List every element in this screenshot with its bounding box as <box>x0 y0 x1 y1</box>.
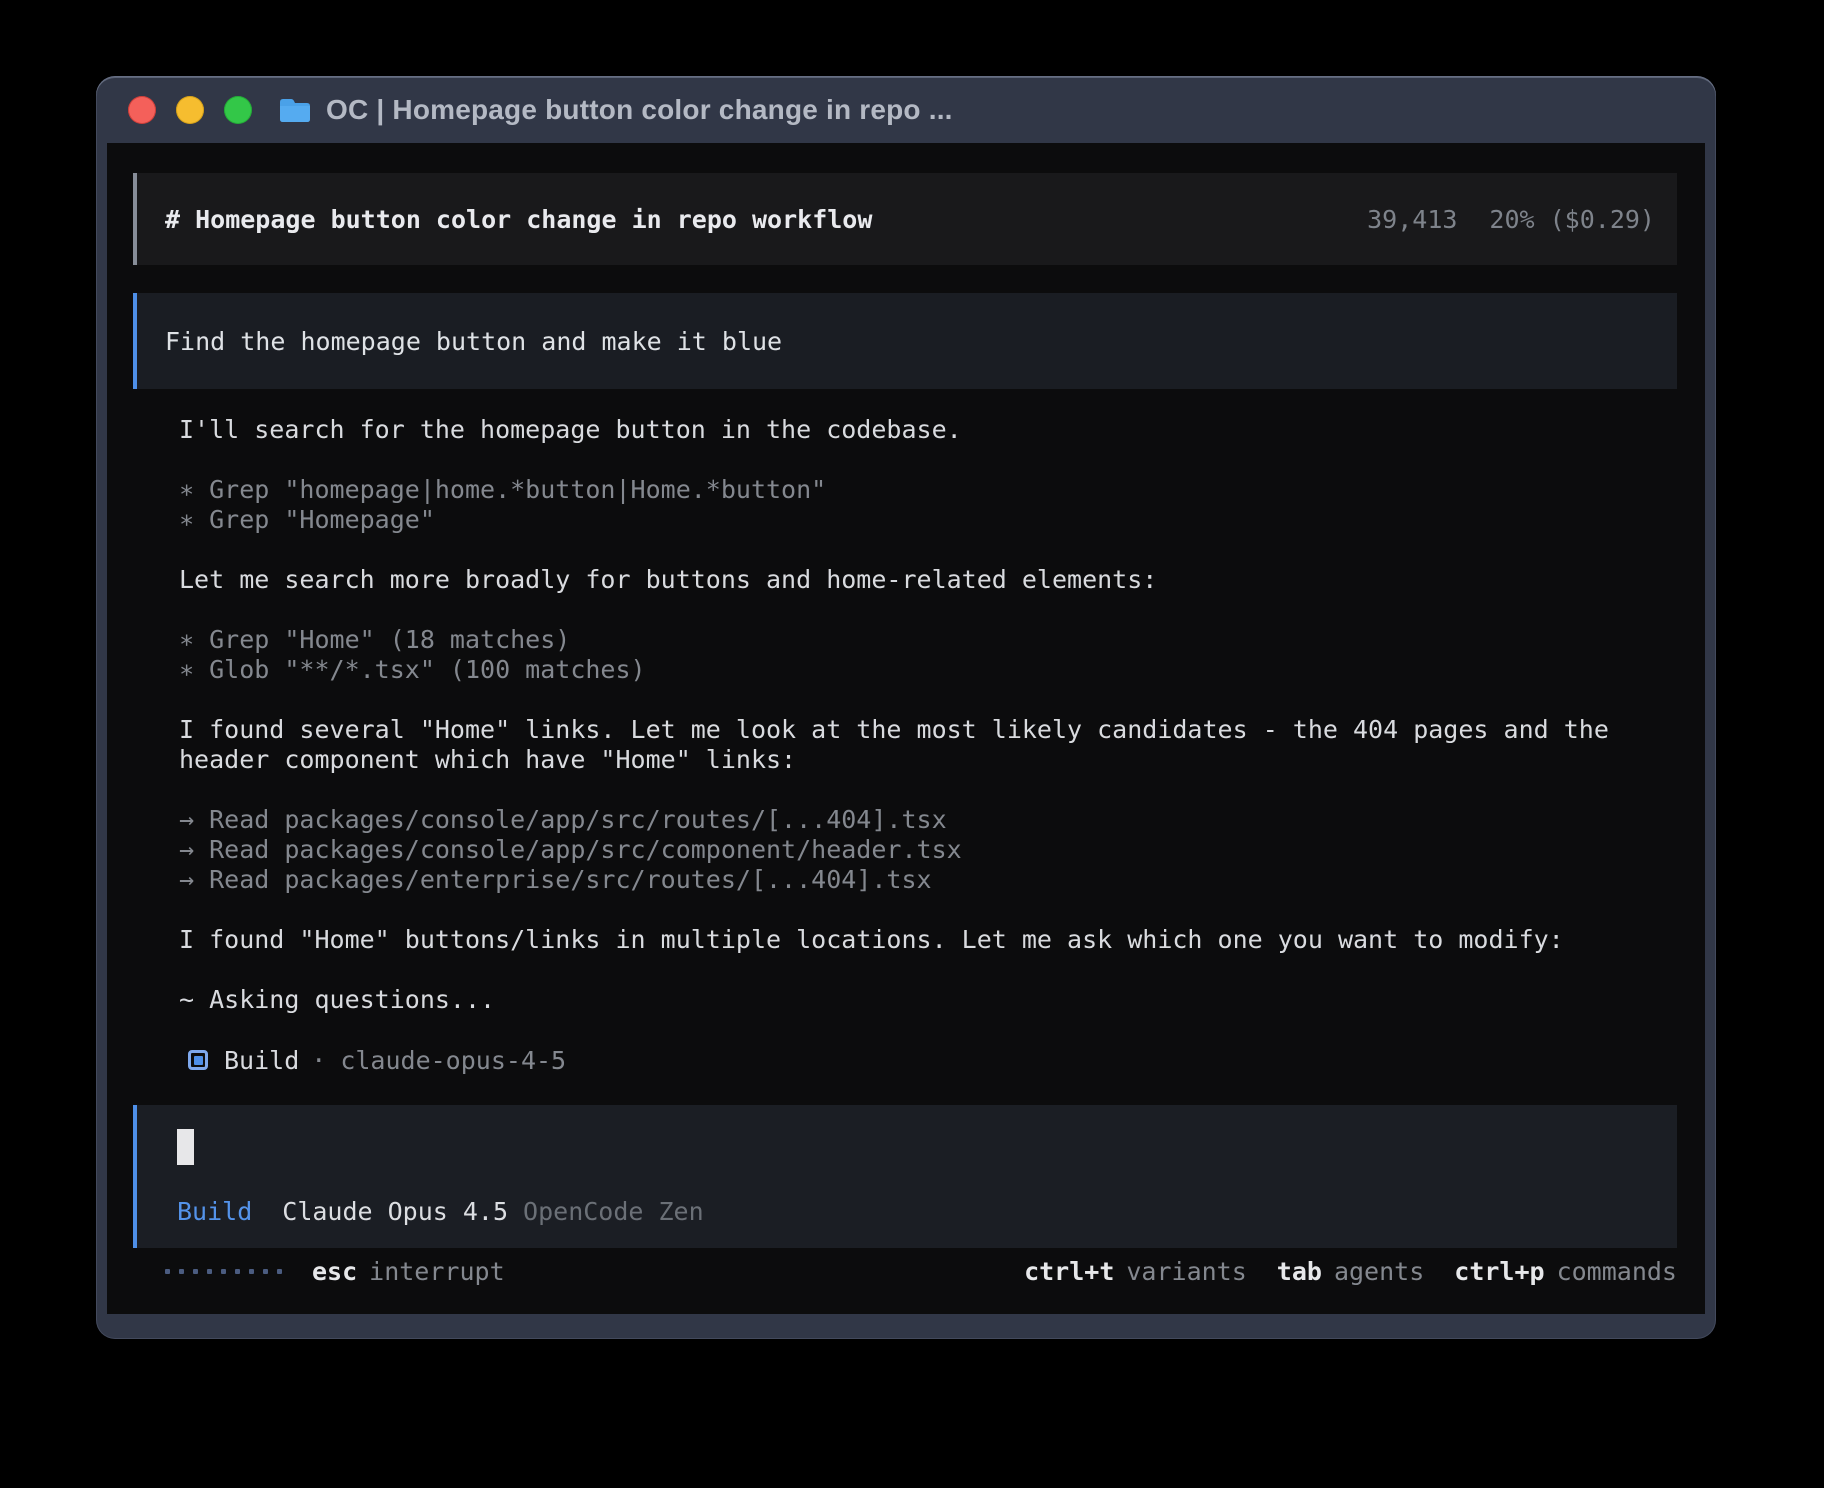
window-title: OC | Homepage button color change in rep… <box>326 94 953 126</box>
minimize-button[interactable] <box>176 96 204 124</box>
assistant-text-line: I found several "Home" links. Let me loo… <box>179 715 1677 745</box>
tool-call-line: ∗ Grep "homepage|home.*button|Home.*butt… <box>179 475 1677 505</box>
esc-key: esc <box>312 1257 357 1286</box>
terminal-window: OC | Homepage button color change in rep… <box>96 76 1716 1339</box>
spinner-dots <box>165 1269 282 1274</box>
shortcut-label: variants <box>1126 1257 1246 1286</box>
shortcut-label: commands <box>1557 1257 1677 1286</box>
blank-line <box>179 595 1677 625</box>
session-header: # Homepage button color change in repo w… <box>133 173 1677 265</box>
session-token-count: 39,413 <box>1367 205 1457 234</box>
assistant-transcript: I'll search for the homepage button in t… <box>179 415 1677 1075</box>
text-cursor <box>177 1129 194 1165</box>
composer-mode-label: Build <box>177 1197 252 1226</box>
shortcut-variants: ctrl+t variants <box>1024 1257 1247 1286</box>
user-message: Find the homepage button and make it blu… <box>133 293 1677 389</box>
shortcut-key: tab <box>1277 1257 1322 1286</box>
assistant-text-line: header component which have "Home" links… <box>179 745 1677 775</box>
tool-call-line: → Read packages/console/app/src/routes/[… <box>179 805 1677 835</box>
agent-badge-dot <box>194 1056 203 1065</box>
tool-call-line: ∗ Grep "Homepage" <box>179 505 1677 535</box>
agent-model: claude-opus-4-5 <box>340 1046 566 1075</box>
composer-provider: OpenCode Zen <box>523 1197 704 1226</box>
close-button[interactable] <box>128 96 156 124</box>
assistant-text-line: Let me search more broadly for buttons a… <box>179 565 1677 595</box>
tool-call-line: → Read packages/enterprise/src/routes/[.… <box>179 865 1677 895</box>
statusbar-shortcuts: ctrl+t variants tab agents ctrl+p comman… <box>994 1257 1677 1286</box>
tool-call-line: → Read packages/console/app/src/componen… <box>179 835 1677 865</box>
tool-call-line: ∗ Grep "Home" (18 matches) <box>179 625 1677 655</box>
session-title: # Homepage button color change in repo w… <box>165 205 872 234</box>
status-bar: esc interrupt ctrl+t variants tab agents… <box>133 1256 1677 1286</box>
prompt-input[interactable]: Build Claude Opus 4.5 OpenCode Zen <box>133 1105 1677 1248</box>
shortcut-label: agents <box>1334 1257 1424 1286</box>
shortcut-agents: tab agents <box>1277 1257 1424 1286</box>
folder-icon <box>278 96 312 124</box>
blank-line <box>179 535 1677 565</box>
shortcut-commands: ctrl+p commands <box>1454 1257 1677 1286</box>
composer-meta: Build Claude Opus 4.5 OpenCode Zen <box>177 1197 704 1226</box>
window-controls <box>128 96 252 124</box>
blank-line <box>179 775 1677 805</box>
blank-line <box>179 445 1677 475</box>
agent-status-row: Build · claude-opus-4-5 <box>179 1045 1677 1075</box>
terminal-content: # Homepage button color change in repo w… <box>107 143 1705 1314</box>
session-stats: 39,413 20% ($0.29) <box>1367 205 1655 234</box>
dot-separator: · <box>311 1046 326 1075</box>
blank-line <box>179 895 1677 925</box>
assistant-text-line: I'll search for the homepage button in t… <box>179 415 1677 445</box>
session-context-cost: 20% ($0.29) <box>1489 205 1655 234</box>
agent-name: Build <box>224 1046 299 1075</box>
blank-line <box>179 685 1677 715</box>
tool-call-line: ∗ Glob "**/*.tsx" (100 matches) <box>179 655 1677 685</box>
shortcut-key: ctrl+p <box>1454 1257 1544 1286</box>
assistant-text-line: I found "Home" buttons/links in multiple… <box>179 925 1677 955</box>
composer-model: Claude Opus 4.5 <box>282 1197 508 1226</box>
esc-key-label: interrupt <box>369 1257 504 1286</box>
blank-line <box>179 955 1677 985</box>
window-titlebar: OC | Homepage button color change in rep… <box>96 76 1716 143</box>
zoom-button[interactable] <box>224 96 252 124</box>
blank-line <box>179 1015 1677 1045</box>
assistant-text-line: ~ Asking questions... <box>179 985 1677 1015</box>
agent-badge-icon <box>188 1050 208 1070</box>
shortcut-key: ctrl+t <box>1024 1257 1114 1286</box>
